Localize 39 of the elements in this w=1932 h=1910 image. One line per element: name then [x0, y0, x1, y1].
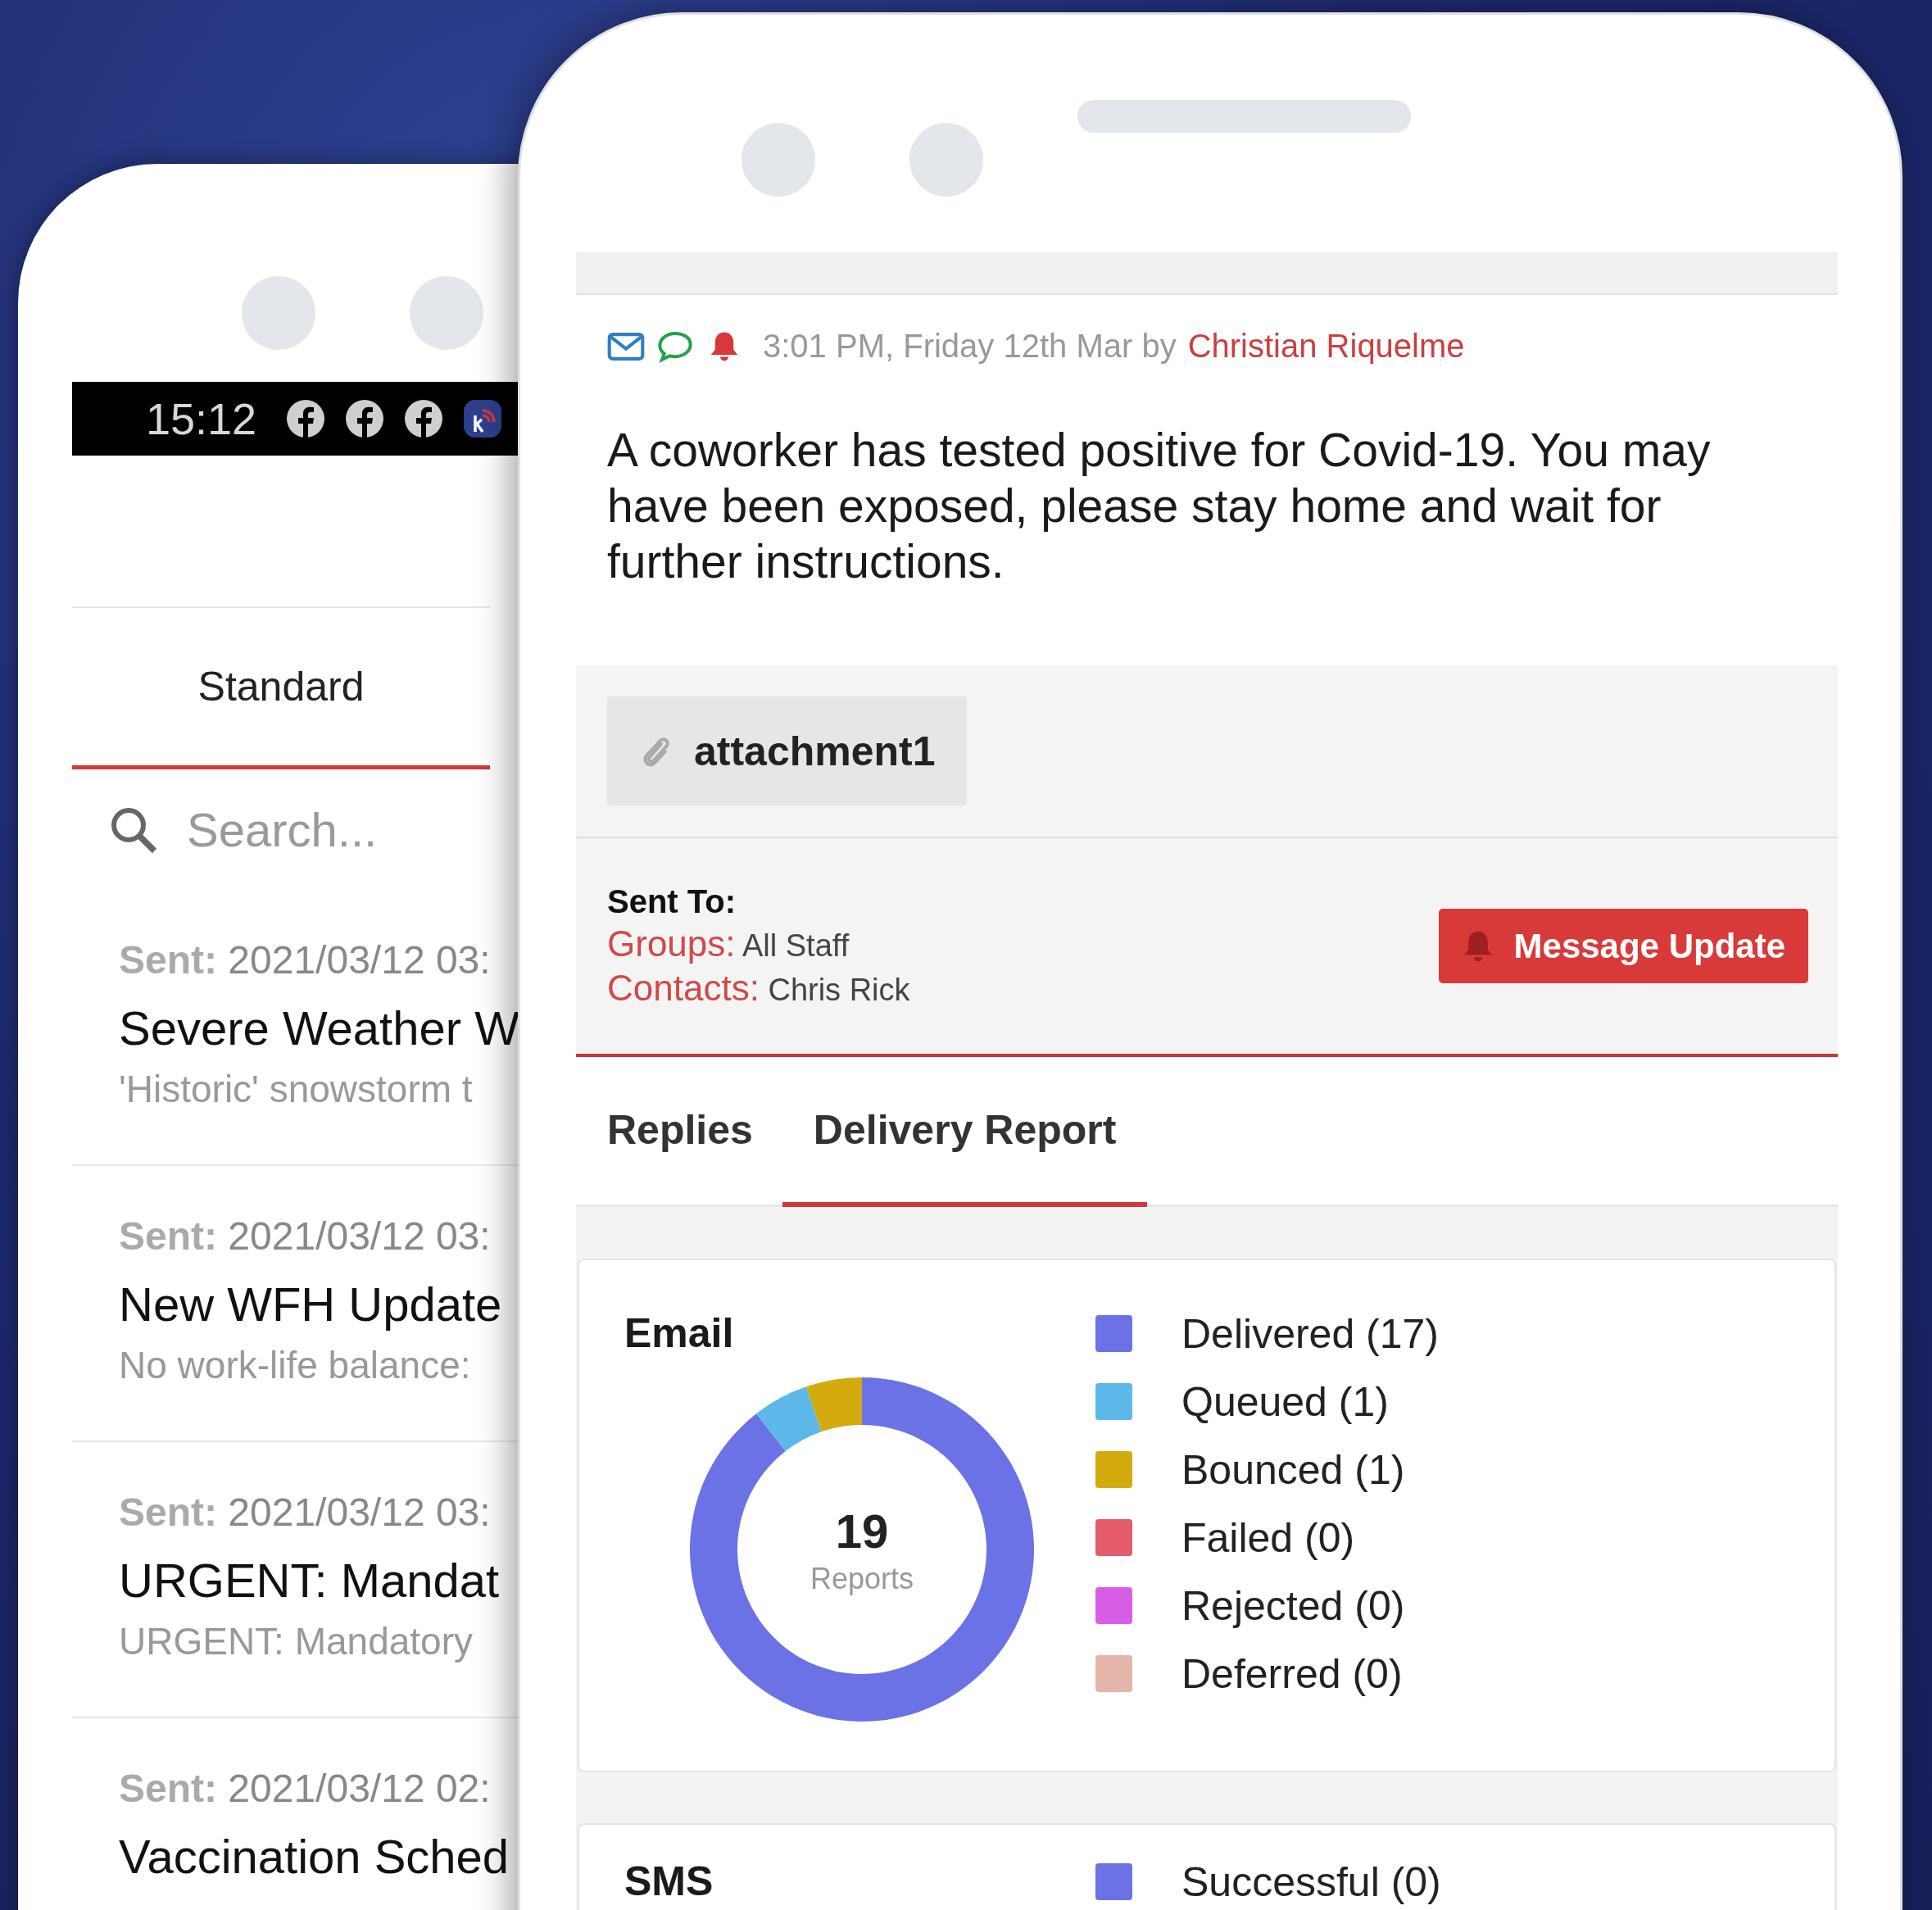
legend-label: Delivered (17) — [1181, 1309, 1439, 1358]
tab[interactable]: Standard — [72, 608, 490, 769]
social-app-icon — [345, 399, 385, 438]
legend-label: Failed (0) — [1181, 1513, 1355, 1562]
chat-bubble-icon — [656, 329, 694, 363]
status-time: 15:12 — [146, 393, 257, 444]
message-preview: URGENT: Mandatory — [119, 1619, 474, 1663]
attachment-chip[interactable]: attachment1 — [607, 696, 967, 805]
legend-label: Rejected (0) — [1181, 1581, 1405, 1630]
report-total: 19 — [835, 1503, 889, 1558]
legend-label: Bounced (1) — [1181, 1445, 1405, 1494]
tab[interactable]: Replies — [586, 1057, 782, 1207]
message-body: A coworker has tested positive for Covid-19. You may have been exposed, please stay home and wait for further instructions. — [606, 423, 1712, 589]
author-link[interactable]: Christian Riquelme — [1187, 328, 1465, 365]
search-field[interactable]: Search... — [187, 802, 465, 857]
sent-date: Sent: 2021/03/12 02: — [119, 1766, 492, 1811]
card-title: Email — [624, 1309, 735, 1357]
legend-label: Successful (0) — [1181, 1858, 1441, 1906]
legend-label: Queued (1) — [1181, 1377, 1389, 1426]
message-title[interactable]: Severe Weather W — [119, 1000, 518, 1055]
message-title[interactable]: Vaccination Sched — [119, 1829, 518, 1884]
social-app-icon — [404, 399, 444, 438]
sent-date: Sent: 2021/03/12 03: — [119, 1214, 492, 1259]
card-title: SMS — [624, 1858, 714, 1905]
sent-date: Sent: 2021/03/12 03: — [119, 1490, 492, 1535]
report-total-label: Reports — [810, 1561, 914, 1596]
message-timestamp: 3:01 PM, Friday 12th Mar by — [763, 328, 1177, 365]
message-update-button[interactable]: Message Update — [1438, 909, 1808, 983]
sent-date: Sent: 2021/03/12 03: — [119, 937, 492, 982]
legend-label: Deferred (0) — [1181, 1649, 1403, 1698]
app-notification-icon — [463, 399, 503, 438]
message-title[interactable]: URGENT: Mandat — [119, 1553, 518, 1608]
sent-to-heading: Sent To: — [607, 883, 737, 920]
contacts-line: Contacts: Chris Rick — [607, 968, 910, 1009]
message-preview: 'Historic' snowstorm t — [119, 1067, 474, 1111]
message-preview: No work-life balance: — [119, 1343, 472, 1387]
groups-line: Groups: All Staff — [607, 923, 850, 964]
message-title[interactable]: New WFH Update — [119, 1277, 518, 1332]
social-app-icon — [286, 399, 326, 438]
